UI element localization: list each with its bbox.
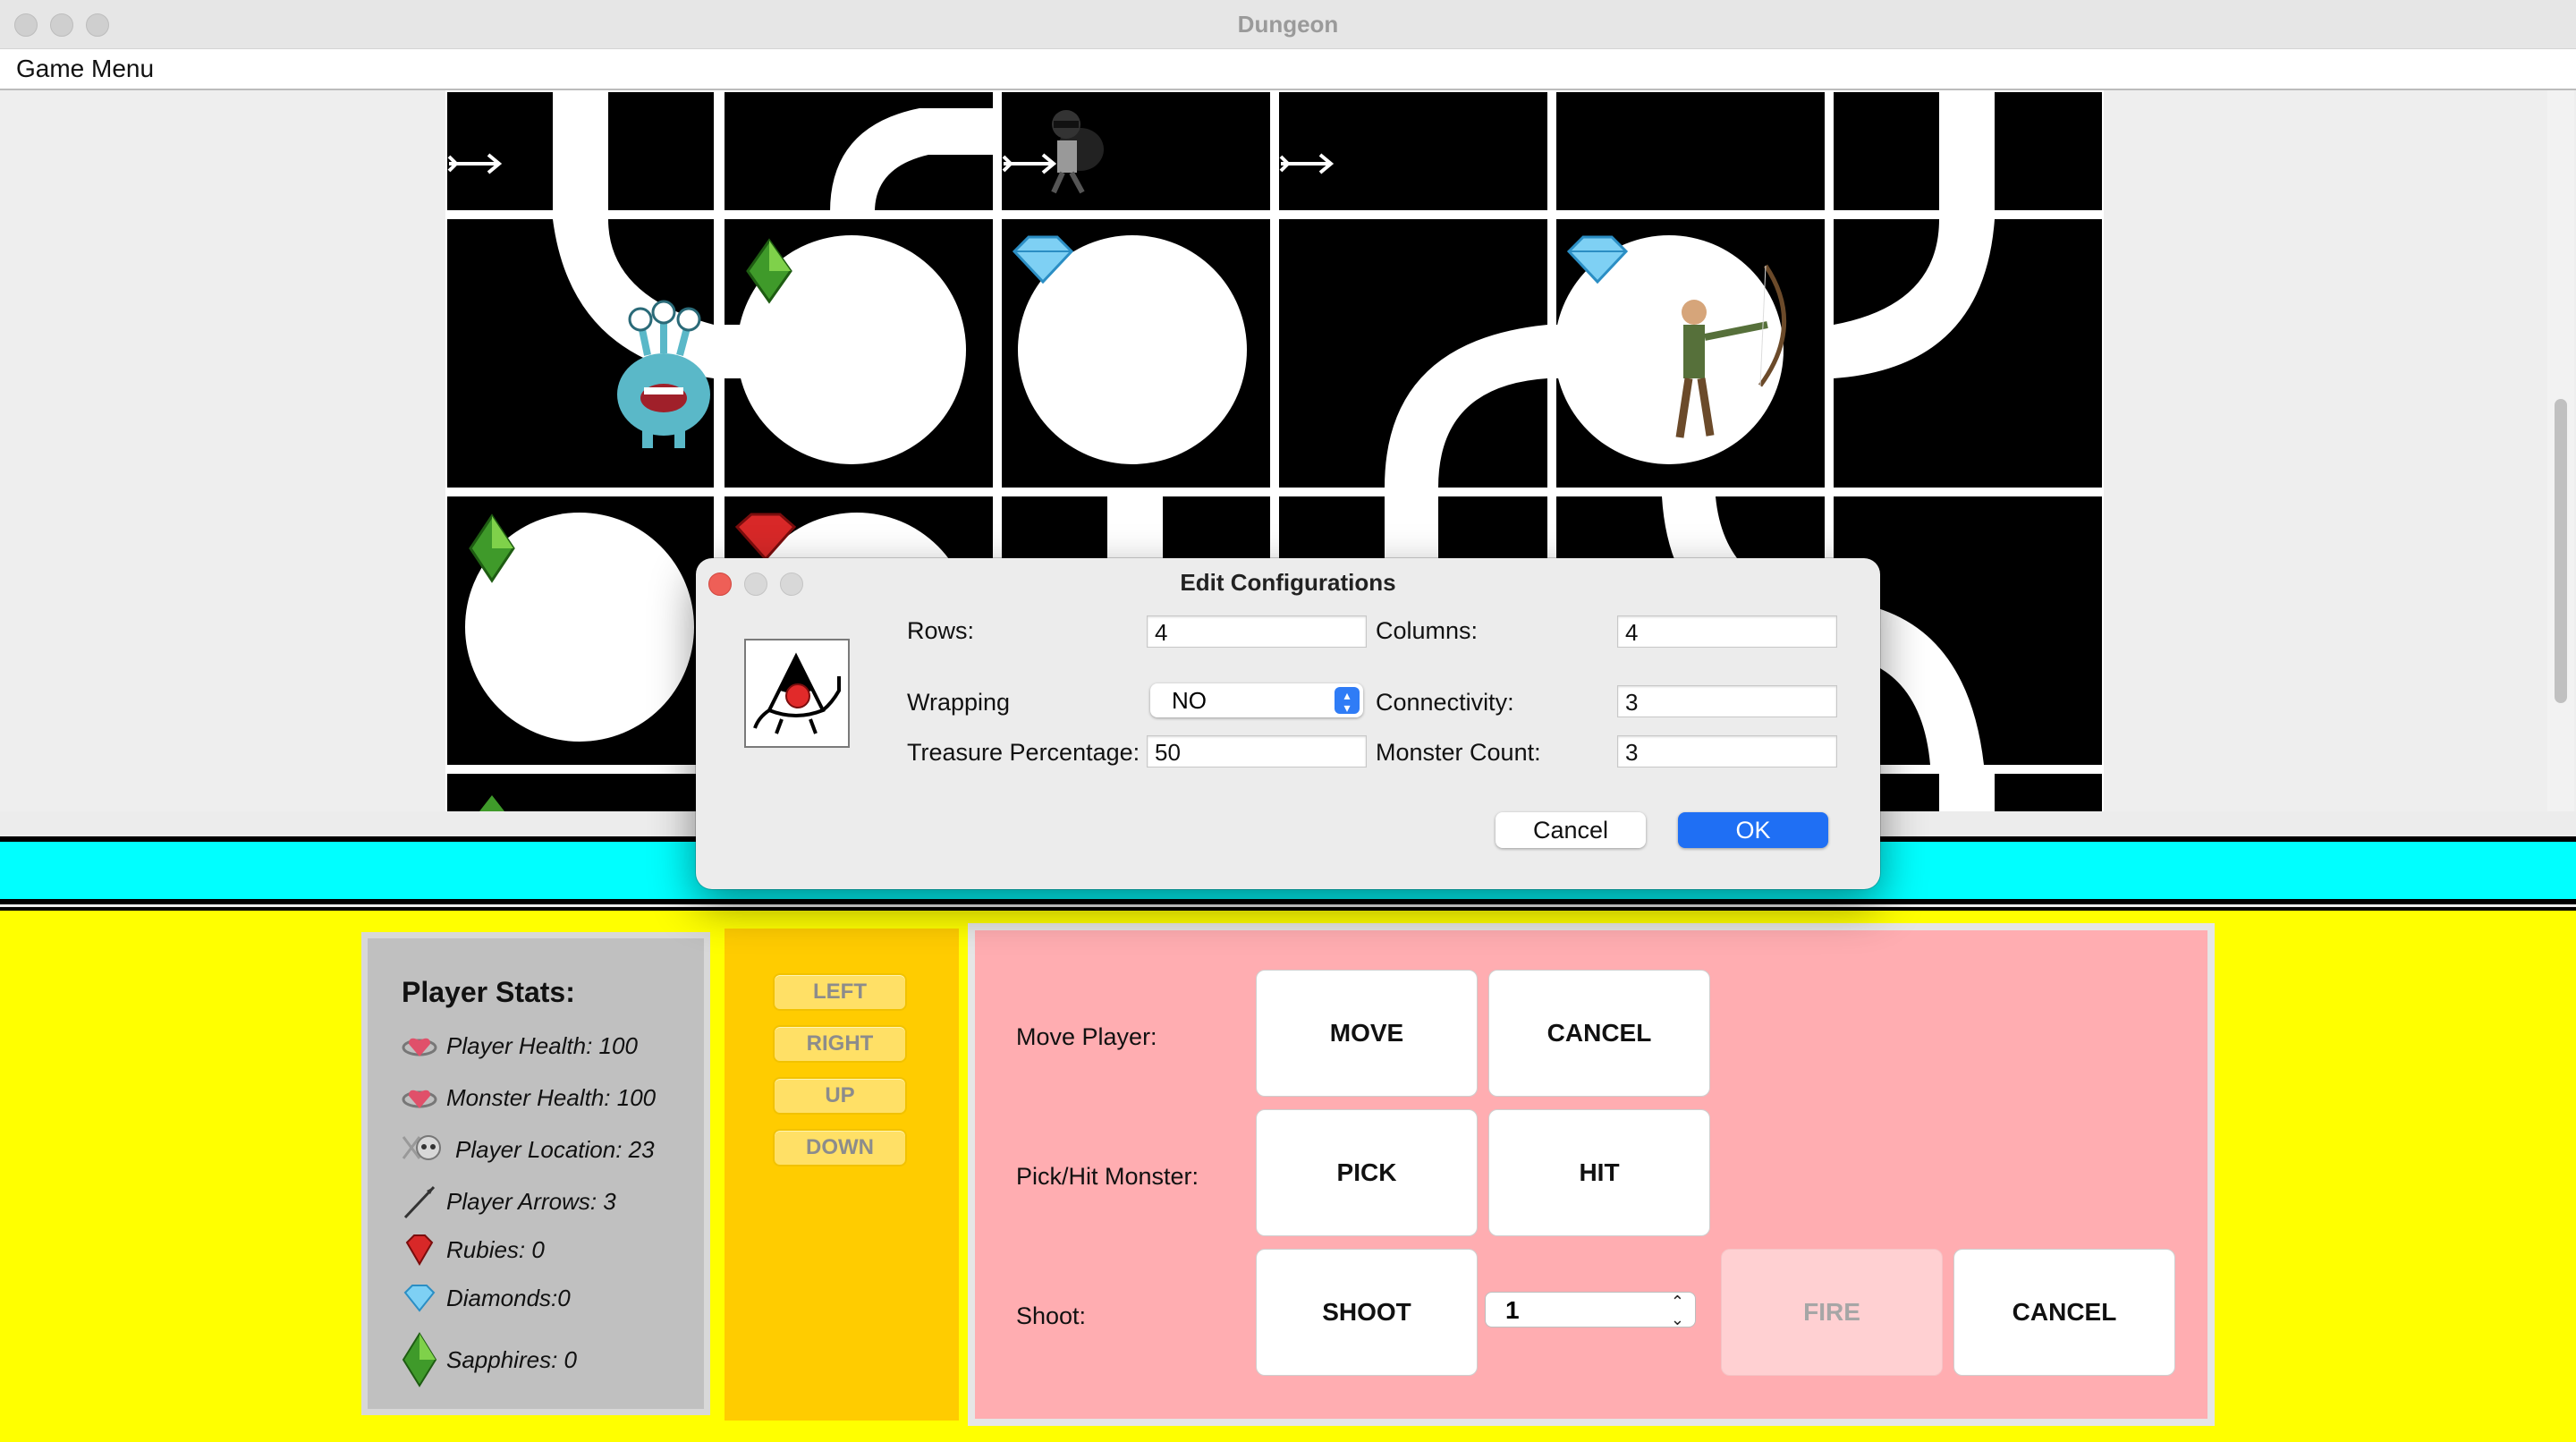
stat-player-health: Player Health: 100: [402, 1028, 638, 1064]
stat-rubies: Rubies: 0: [402, 1232, 545, 1268]
stat-label: Player Location: 23: [455, 1135, 655, 1163]
cave-cell: [1834, 90, 2102, 212]
connectivity-label: Connectivity:: [1376, 689, 1514, 716]
stat-monster-health: Monster Health: 100: [402, 1080, 656, 1115]
stat-label: Rubies: 0: [446, 1235, 545, 1263]
shoot-cancel-button[interactable]: CANCEL: [1953, 1249, 2175, 1376]
arrow-icon: [402, 1183, 437, 1219]
cave-cell: [447, 90, 714, 212]
edit-configurations-dialog: Edit Configurations Rows: 4 Columns: 4 W…: [696, 558, 1880, 889]
shoot-distance-select[interactable]: 1 ⌃ ⌄: [1485, 1292, 1696, 1328]
pick-hit-monster-label: Pick/Hit Monster:: [1016, 1163, 1199, 1190]
fire-button[interactable]: FIRE: [1721, 1249, 1943, 1376]
ok-button[interactable]: OK: [1678, 812, 1828, 848]
chevron-updown-icon: ▴ ▾: [1335, 687, 1360, 714]
wrapping-label: Wrapping: [907, 689, 1011, 716]
cave-cell: [1002, 92, 1270, 210]
java-duke-icon: [744, 639, 850, 748]
shoot-distance-value: 1: [1505, 1296, 1520, 1324]
cave-cell: [724, 92, 993, 212]
window-title-bar: Dungeon: [0, 0, 2576, 49]
move-cancel-button[interactable]: CANCEL: [1488, 970, 1710, 1097]
dialog-title: Edit Configurations: [1180, 569, 1396, 596]
window-title: Dungeon: [1237, 11, 1339, 38]
stat-sapphires: Sapphires: 0: [402, 1332, 577, 1387]
rows-label: Rows:: [907, 617, 975, 644]
direction-left-button[interactable]: LEFT: [773, 973, 907, 1011]
player-stats-title: Player Stats:: [402, 976, 575, 1008]
pick-button[interactable]: PICK: [1256, 1109, 1478, 1236]
action-panel: Move Player: MOVE CANCEL Pick/Hit Monste…: [968, 923, 2215, 1426]
shoot-label: Shoot:: [1016, 1302, 1087, 1329]
diamond-icon: [402, 1280, 437, 1316]
cave-cell: [1279, 219, 1547, 488]
stat-label: Player Health: 100: [446, 1031, 638, 1059]
cave-cell: [1834, 219, 2102, 488]
wrapping-select[interactable]: NO ▴ ▾: [1150, 683, 1363, 717]
direction-right-button[interactable]: RIGHT: [773, 1025, 907, 1063]
stat-label: Diamonds:0: [446, 1284, 571, 1311]
cancel-button[interactable]: Cancel: [1496, 812, 1646, 848]
monster-count-input[interactable]: 3: [1617, 735, 1837, 768]
skull-icon: [402, 1132, 446, 1167]
connectivity-input[interactable]: 3: [1617, 685, 1837, 717]
scrollbar-thumb[interactable]: [2555, 399, 2567, 703]
player-stats-panel: Player Stats: Player Health: 100 Monster…: [361, 932, 710, 1415]
direction-down-button[interactable]: DOWN: [773, 1129, 907, 1166]
game-menu[interactable]: Game Menu: [16, 55, 154, 83]
direction-panel: LEFT RIGHT UP DOWN: [724, 929, 959, 1421]
hit-button[interactable]: HIT: [1488, 1109, 1710, 1236]
columns-label: Columns:: [1376, 617, 1479, 644]
stat-diamonds: Diamonds:0: [402, 1280, 571, 1316]
heart-icon: [402, 1080, 437, 1115]
move-player-label: Move Player:: [1016, 1023, 1157, 1050]
cave-cell: [1556, 92, 1825, 210]
ruby-icon: [402, 1232, 437, 1268]
treasure-percentage-input[interactable]: 50: [1147, 735, 1367, 768]
monster-count-label: Monster Count:: [1376, 739, 1541, 766]
heart-icon: [402, 1028, 437, 1064]
cave-cell: [1279, 92, 1547, 210]
sapphire-icon: [402, 1332, 437, 1387]
direction-up-button[interactable]: UP: [773, 1077, 907, 1115]
stat-player-location: Player Location: 23: [402, 1132, 655, 1167]
stat-label: Monster Health: 100: [446, 1083, 657, 1111]
stat-player-arrows: Player Arrows: 3: [402, 1183, 616, 1219]
stat-label: Player Arrows: 3: [446, 1187, 616, 1215]
rows-input[interactable]: 4: [1147, 615, 1367, 648]
cave-cell: [447, 219, 714, 488]
shoot-button[interactable]: SHOOT: [1256, 1249, 1478, 1376]
menu-bar: Game Menu: [0, 49, 2576, 90]
stat-label: Sapphires: 0: [446, 1345, 577, 1373]
treasure-percentage-label: Treasure Percentage:: [907, 739, 1140, 766]
chevron-updown-icon: ⌃ ⌄: [1670, 1293, 1684, 1328]
move-button[interactable]: MOVE: [1256, 970, 1478, 1097]
wrapping-value: NO: [1172, 687, 1207, 714]
columns-input[interactable]: 4: [1617, 615, 1837, 648]
